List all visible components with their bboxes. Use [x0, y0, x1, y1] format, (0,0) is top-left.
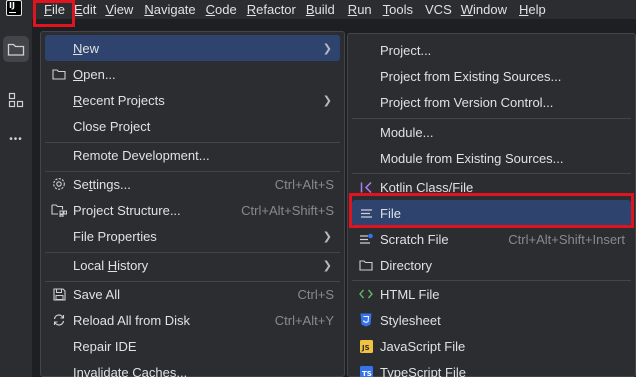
svg-text:JS: JS — [361, 344, 370, 352]
folder-icon — [358, 257, 374, 273]
intellij-logo-icon[interactable]: IJ — [6, 0, 22, 16]
menu-item-remote-development[interactable]: Remote Development... — [45, 142, 340, 168]
menu-item-save-all[interactable]: Save All Ctrl+S — [45, 281, 340, 307]
left-toolbar: ••• — [0, 19, 32, 377]
save-icon — [51, 286, 67, 302]
new-item-scratch-file[interactable]: Scratch File Ctrl+Alt+Shift+Insert — [352, 226, 631, 252]
highlight-new-file-item — [349, 193, 634, 228]
menu-item-recent-projects[interactable]: Recent Projects ❯ — [45, 87, 340, 113]
menu-code[interactable]: Code — [206, 1, 237, 18]
folder-icon[interactable] — [3, 36, 29, 62]
svg-text:TS: TS — [362, 370, 372, 377]
gear-icon — [51, 176, 67, 192]
menu-item-settings[interactable]: Settings... Ctrl+Alt+S — [45, 171, 340, 197]
menu-help[interactable]: Help — [519, 1, 546, 18]
project-structure-icon — [51, 202, 67, 218]
new-item-project[interactable]: Project... — [352, 37, 631, 63]
chevron-right-icon: ❯ — [322, 42, 332, 55]
chevron-right-icon: ❯ — [322, 259, 332, 272]
menu-item-repair-ide[interactable]: Repair IDE — [45, 333, 340, 359]
css-icon — [358, 312, 374, 328]
html-icon — [358, 286, 374, 302]
file-menu: New ❯ Open... Recent Projects ❯ Close Proj… — [40, 31, 345, 377]
menu-build[interactable]: Build — [306, 1, 335, 18]
menu-item-reload-all[interactable]: Reload All from Disk Ctrl+Alt+Y — [45, 307, 340, 333]
menu-navigate[interactable]: Navigate — [144, 1, 195, 18]
menu-item-new[interactable]: New ❯ — [45, 35, 340, 61]
new-item-typescript-file[interactable]: TS TypeScript File — [352, 359, 631, 377]
chevron-right-icon: ❯ — [322, 230, 332, 243]
new-item-module-existing-sources[interactable]: Module from Existing Sources... — [352, 145, 631, 171]
typescript-icon: TS — [358, 364, 374, 377]
new-item-project-vcs[interactable]: Project from Version Control... — [352, 89, 631, 115]
reload-icon — [51, 312, 67, 328]
menubar: IJ File Edit View Navigate Code Refactor… — [0, 0, 636, 19]
menu-item-open[interactable]: Open... — [45, 61, 340, 87]
highlight-file-menu — [33, 0, 75, 27]
structure-icon[interactable] — [3, 87, 29, 113]
menu-item-project-structure[interactable]: Project Structure... Ctrl+Alt+Shift+S — [45, 197, 340, 223]
new-item-module[interactable]: Module... — [352, 119, 631, 145]
menu-item-close-project[interactable]: Close Project — [45, 113, 340, 139]
menu-run[interactable]: Run — [348, 1, 372, 18]
folder-icon — [51, 66, 67, 82]
more-icon[interactable]: ••• — [3, 126, 29, 152]
scratch-file-icon — [358, 231, 374, 247]
menu-items: File Edit View Navigate Code Refactor Bu… — [44, 0, 546, 19]
menu-item-file-properties[interactable]: File Properties ❯ — [45, 223, 340, 249]
menu-window[interactable]: Window — [461, 1, 507, 18]
new-item-javascript-file[interactable]: JS JavaScript File — [352, 333, 631, 359]
new-item-directory[interactable]: Directory — [352, 252, 631, 278]
menu-item-invalidate-caches[interactable]: Invalidate Caches... — [45, 359, 340, 377]
menu-item-local-history[interactable]: Local History ❯ — [45, 252, 340, 278]
new-item-html-file[interactable]: HTML File — [352, 281, 631, 307]
new-item-project-existing-sources[interactable]: Project from Existing Sources... — [352, 63, 631, 89]
new-item-stylesheet[interactable]: Stylesheet — [352, 307, 631, 333]
menu-view[interactable]: View — [105, 1, 133, 18]
menu-vcs[interactable]: VCS — [425, 1, 452, 18]
menu-edit[interactable]: Edit — [74, 1, 96, 18]
javascript-icon: JS — [358, 338, 374, 354]
menu-refactor[interactable]: Refactor — [247, 1, 296, 18]
chevron-right-icon: ❯ — [322, 94, 332, 107]
menu-tools[interactable]: Tools — [383, 1, 413, 18]
